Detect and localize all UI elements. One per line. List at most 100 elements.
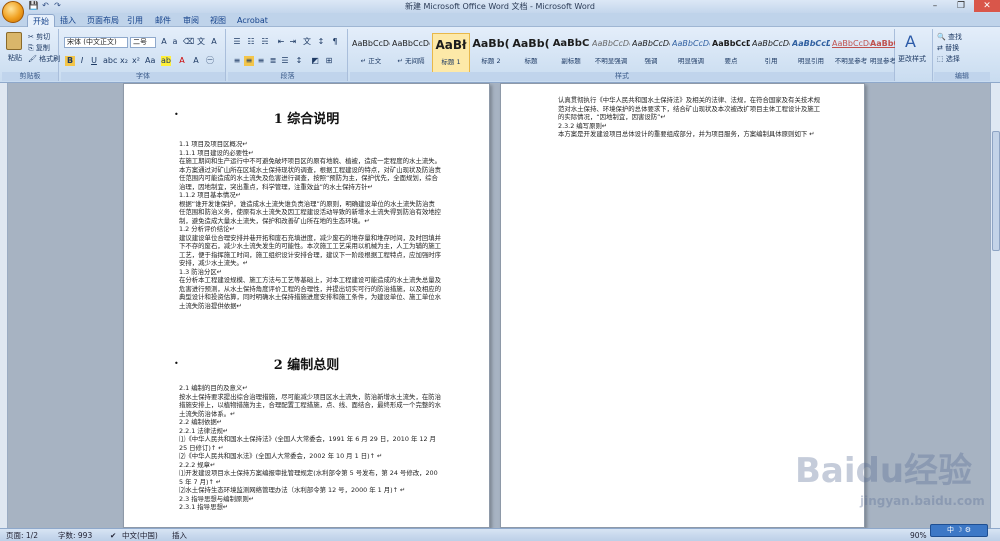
style-quote[interactable]: AaBbCcDd 引用 (752, 33, 790, 73)
tab-references[interactable]: 引用 (122, 14, 148, 27)
shrink-font-icon[interactable]: a (170, 37, 180, 47)
show-marks-icon[interactable]: ¶ (330, 37, 340, 47)
align-right-icon[interactable]: ≡ (256, 56, 266, 66)
vertical-ruler (0, 83, 8, 528)
vertical-scrollbar[interactable] (990, 83, 1000, 528)
style-normal[interactable]: AaBbCcDd ↵ 正文 (352, 33, 390, 73)
format-painter-label: 格式刷 (39, 55, 61, 63)
maximize-button[interactable]: ❐ (948, 0, 974, 12)
style-intense-quote[interactable]: AaBbCcDd 明显引用 (792, 33, 830, 73)
tab-insert[interactable]: 插入 (55, 14, 81, 27)
sort-icon[interactable]: ↕ (316, 37, 326, 47)
style-subtitle[interactable]: AaBbC 副标题 (552, 33, 590, 73)
select-button[interactable]: ⬚ 选择 (937, 54, 960, 64)
tab-mailings[interactable]: 邮件 (150, 14, 176, 27)
chinese-layout-icon[interactable]: 文 (302, 37, 312, 47)
style-sample: AaBł (435, 38, 467, 52)
style-emphasis[interactable]: AaBbCcDd 强调 (632, 33, 670, 73)
zoom-level[interactable]: 90% (910, 530, 927, 541)
grow-font-icon[interactable]: A (159, 37, 169, 47)
change-case-icon[interactable]: Aa (145, 56, 155, 66)
find-label: 查找 (947, 33, 962, 41)
style-heading-1[interactable]: AaBł 标题 1 (432, 33, 470, 73)
cut-button[interactable]: ✂ 剪切 (28, 32, 50, 42)
close-button[interactable]: ✕ (974, 0, 1000, 12)
style-intense-reference[interactable]: AaBbCcDd 明显参考 (870, 33, 895, 73)
decrease-indent-icon[interactable]: ⇤ (276, 37, 286, 47)
paragraph: 认真贯彻执行《中华人民共和国水土保持法》及相关的法律、法规，在符合国家及有关技术… (558, 96, 821, 121)
paragraph: ⑵《中华人民共和国水法》(全国人大常委会，2002 年 10 月 1 日)↑ ↵ (179, 452, 383, 460)
tab-acrobat[interactable]: Acrobat (232, 14, 273, 27)
italic-icon[interactable]: I (77, 56, 87, 66)
section-2-body[interactable]: 2.1 编制的目的及意义↵ 按水土保持要求提出综合治理措施，尽可能减少项目区水土… (179, 384, 441, 512)
office-button[interactable] (2, 1, 24, 23)
tab-home[interactable]: 开始 (27, 14, 55, 27)
paragraph: ⑴《中华人民共和国水土保持法》(全国人大常委会，1991 年 6 月 29 日，… (179, 435, 436, 452)
style-sample: AaBbCcDd (592, 39, 630, 48)
numbering-icon[interactable]: ☷ (246, 37, 256, 47)
bullets-icon[interactable]: ☰ (232, 37, 242, 47)
page-count[interactable]: 页面: 1/2 (6, 530, 38, 541)
enclose-char-icon[interactable]: ㊀ (205, 56, 215, 66)
borders-icon[interactable]: ⊞ (324, 56, 334, 66)
document-page-1[interactable]: • 1 综合说明 1.1 项目及项目区概况↵ 1.1.1 项目建设的必要性↵ 在… (123, 83, 490, 528)
ime-toolbar[interactable]: 中 ☽ ⚙ (930, 524, 988, 537)
change-styles-button[interactable]: 更改样式 (898, 54, 926, 64)
align-center-icon[interactable]: ≡ (244, 56, 254, 66)
replace-button[interactable]: ⇄ 替换 (937, 43, 959, 53)
shading-icon[interactable]: ◩ (310, 56, 320, 66)
font-size-select[interactable]: 二号 (130, 37, 156, 48)
proofing-icon[interactable]: ✔ (110, 530, 116, 541)
format-painter-button[interactable]: 🖌 格式刷 (28, 54, 60, 64)
highlight-icon[interactable]: ab (161, 56, 171, 66)
font-color-icon[interactable]: A (177, 56, 187, 66)
distributed-icon[interactable]: ☰ (280, 56, 290, 66)
increase-indent-icon[interactable]: ⇥ (288, 37, 298, 47)
style-strong[interactable]: AaBbCcDd 要点 (712, 33, 750, 73)
section-1-body[interactable]: 1.1 项目及项目区概况↵ 1.1.1 项目建设的必要性↵ 在施工期间和生产运行… (179, 140, 441, 310)
justify-icon[interactable]: ≣ (268, 56, 278, 66)
clear-format-icon[interactable]: ⌫ (183, 37, 194, 47)
style-title[interactable]: AaBb( 标题 (512, 33, 550, 73)
align-left-icon[interactable]: ≡ (232, 56, 242, 66)
line-spacing-icon[interactable]: ↕ (294, 56, 304, 66)
bold-icon[interactable]: B (65, 56, 75, 66)
editing-group-label: 编辑 (934, 72, 990, 81)
find-button[interactable]: 🔍 查找 (937, 32, 962, 42)
phonetic-icon[interactable]: 文 (196, 37, 206, 47)
superscript-icon[interactable]: x² (131, 56, 141, 66)
tab-review[interactable]: 审阅 (178, 14, 204, 27)
style-name: 副标题 (561, 57, 581, 65)
style-subtle-emphasis[interactable]: AaBbCcDd 不明显强调 (592, 33, 630, 73)
paragraph: 2.3.2 编写原则↵ (558, 121, 608, 130)
heading-comprehensive[interactable]: 1 综合说明 (124, 108, 489, 127)
language-indicator[interactable]: 中文(中国) (122, 530, 158, 541)
clipboard-group: 粘贴 ✂ 剪切 ⎘ 复制 🖌 格式刷 剪贴板 (2, 29, 60, 81)
page-2-body[interactable]: 认真贯彻执行《中华人民共和国水土保持法》及相关的法律、法规，在符合国家及有关技术… (558, 96, 820, 139)
char-border-icon[interactable]: A (209, 37, 219, 47)
paragraph: 按水土保持要求提出综合治理措施，尽可能减少项目区水土流失，防治新增水土流失，在防… (179, 392, 442, 418)
minimize-button[interactable]: – (922, 0, 948, 12)
tab-page-layout[interactable]: 页面布局 (82, 14, 124, 27)
char-shading-icon[interactable]: A (191, 56, 201, 66)
style-no-spacing[interactable]: AaBbCcDd ↵ 无间隔 (392, 33, 430, 73)
font-name-select[interactable]: 宋体 (中文正文) (64, 37, 128, 48)
heading-general-principles[interactable]: 2 编制总则 (124, 354, 489, 373)
insert-mode[interactable]: 插入 (172, 530, 187, 541)
style-subtle-reference[interactable]: AaBbCcDd 不明显参考 (832, 33, 870, 73)
underline-icon[interactable]: U (89, 56, 99, 66)
style-name: 标题 (524, 57, 538, 65)
style-sample: AaBb( (512, 37, 550, 50)
strikethrough-icon[interactable]: abc (103, 56, 117, 66)
word-count[interactable]: 字数: 993 (58, 530, 92, 541)
paste-button[interactable]: 粘贴 (8, 53, 22, 63)
multilevel-list-icon[interactable]: ☵ (260, 37, 270, 47)
style-heading-2[interactable]: AaBb(标题 2 (472, 33, 510, 73)
subscript-icon[interactable]: x₂ (119, 56, 129, 66)
copy-button[interactable]: ⎘ 复制 (28, 43, 50, 53)
change-styles-group: A 更改样式 (895, 29, 933, 81)
tab-view[interactable]: 视图 (205, 14, 231, 27)
baidu-watermark: Baidu经验 (795, 451, 973, 491)
scroll-thumb[interactable] (992, 131, 1000, 251)
style-intense-emphasis[interactable]: AaBbCcDd 明显强调 (672, 33, 710, 73)
